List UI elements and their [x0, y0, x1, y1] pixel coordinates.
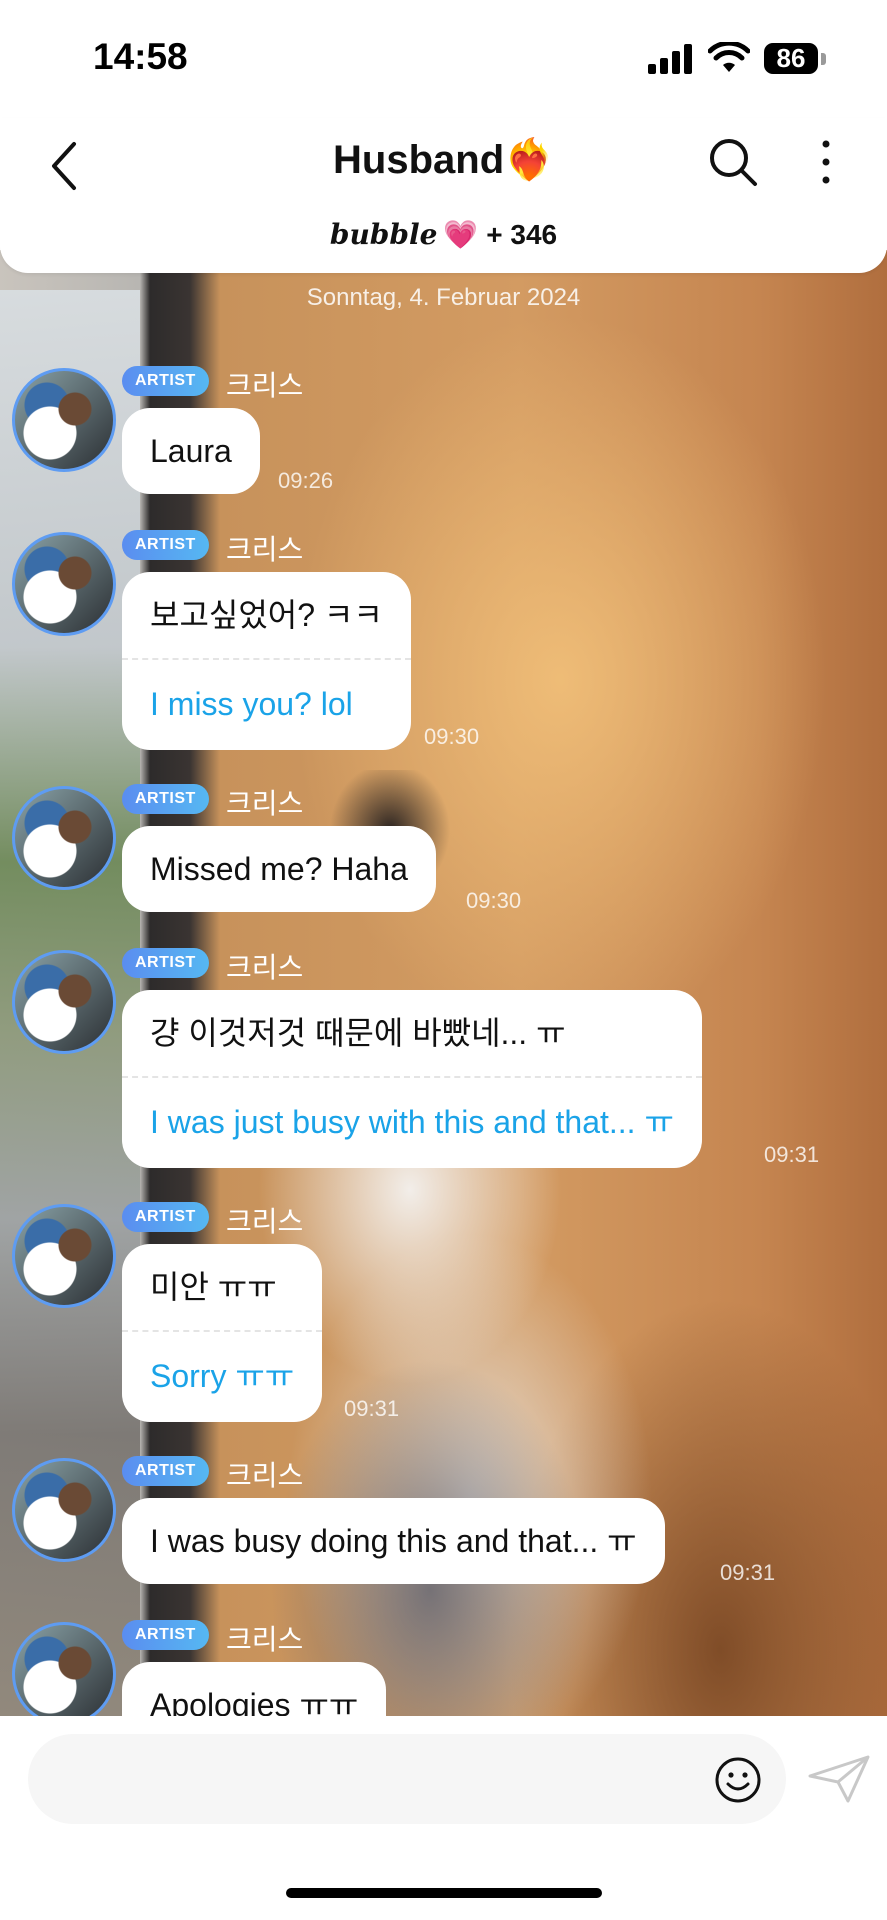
artist-badge: ARTIST: [122, 366, 209, 396]
message-text: 미안 ㅠㅠ: [150, 1269, 277, 1305]
message-bubble[interactable]: Missed me? Haha: [122, 826, 436, 912]
message-text: Apologies ㅠㅠ: [150, 1687, 359, 1716]
status-time: 14:58: [93, 36, 188, 77]
avatar[interactable]: [12, 1204, 116, 1308]
message-item: ARTIST 크리스 Apologies ㅠㅠ: [0, 1620, 887, 1716]
message-time: 09:30: [424, 724, 480, 749]
avatar[interactable]: [12, 950, 116, 1054]
translation-text: I miss you? lol: [150, 686, 353, 722]
composer-bar: [0, 1716, 887, 1920]
message-time: 09:31: [764, 1142, 820, 1167]
artist-badge: ARTIST: [122, 948, 209, 978]
avatar[interactable]: [12, 1622, 116, 1716]
brand-logo: bubble: [329, 218, 438, 251]
more-vertical-icon[interactable]: [806, 132, 846, 192]
status-bar: 14:58 86: [0, 0, 887, 118]
sender-name: 크리스: [226, 788, 304, 819]
follower-count: + 346: [486, 219, 558, 250]
subscription-info: bubble 💗 + 346: [0, 218, 887, 251]
message-bubble[interactable]: I was busy doing this and that... ㅠ: [122, 1498, 665, 1584]
message-text: 보고싶었어? ㅋㅋ: [150, 597, 383, 633]
artist-badge: ARTIST: [122, 1456, 209, 1486]
message-input[interactable]: [28, 1734, 786, 1824]
sender-name: 크리스: [226, 534, 304, 565]
artist-badge: ARTIST: [122, 784, 209, 814]
translation-text: Sorry ㅠㅠ: [150, 1358, 295, 1394]
message-time: 09:31: [344, 1396, 400, 1421]
sender-name: 크리스: [226, 952, 304, 983]
translation-text: I was just busy with this and that... ㅠ: [150, 1104, 674, 1140]
message-time: 09:30: [466, 888, 522, 913]
sender-name: 크리스: [226, 370, 304, 401]
message-bubble[interactable]: 보고싶었어? ㅋㅋ I miss you? lol: [122, 572, 411, 750]
heart-icon: 💗: [443, 219, 479, 250]
message-text: I was busy doing this and that... ㅠ: [150, 1523, 637, 1559]
smiley-icon[interactable]: [714, 1756, 762, 1804]
avatar[interactable]: [12, 532, 116, 636]
message-time: 09:26: [278, 468, 334, 493]
search-icon[interactable]: [705, 134, 761, 190]
battery-icon: 86: [764, 43, 818, 74]
message-time: 09:31: [720, 1560, 776, 1585]
message-text: Laura: [150, 433, 232, 469]
message-bubble[interactable]: 걍 이것저것 때문에 바빴네... ㅠ I was just busy with…: [122, 990, 702, 1168]
avatar[interactable]: [12, 368, 116, 472]
chat-header: Husband❤️‍🔥 bubble 💗 + 346: [0, 118, 887, 273]
sender-name: 크리스: [226, 1460, 304, 1491]
artist-badge: ARTIST: [122, 530, 209, 560]
cellular-signal-icon: [648, 44, 692, 74]
message-text: 걍 이것저것 때문에 바빴네... ㅠ: [150, 1015, 566, 1051]
avatar[interactable]: [12, 1458, 116, 1562]
home-indicator: [286, 1888, 602, 1898]
paper-plane-icon[interactable]: [808, 1754, 872, 1804]
message-text: Missed me? Haha: [150, 851, 408, 887]
date-divider: Sonntag, 4. Februar 2024: [306, 284, 581, 311]
message-bubble[interactable]: Laura: [122, 408, 260, 494]
sender-name: 크리스: [226, 1206, 304, 1237]
message-bubble[interactable]: Apologies ㅠㅠ: [122, 1662, 387, 1716]
battery-nub: [821, 53, 826, 65]
wifi-icon: [708, 42, 750, 72]
message-bubble[interactable]: 미안 ㅠㅠ Sorry ㅠㅠ: [122, 1244, 323, 1422]
avatar[interactable]: [12, 786, 116, 890]
artist-badge: ARTIST: [122, 1620, 209, 1650]
sender-name: 크리스: [226, 1624, 304, 1655]
artist-badge: ARTIST: [122, 1202, 209, 1232]
